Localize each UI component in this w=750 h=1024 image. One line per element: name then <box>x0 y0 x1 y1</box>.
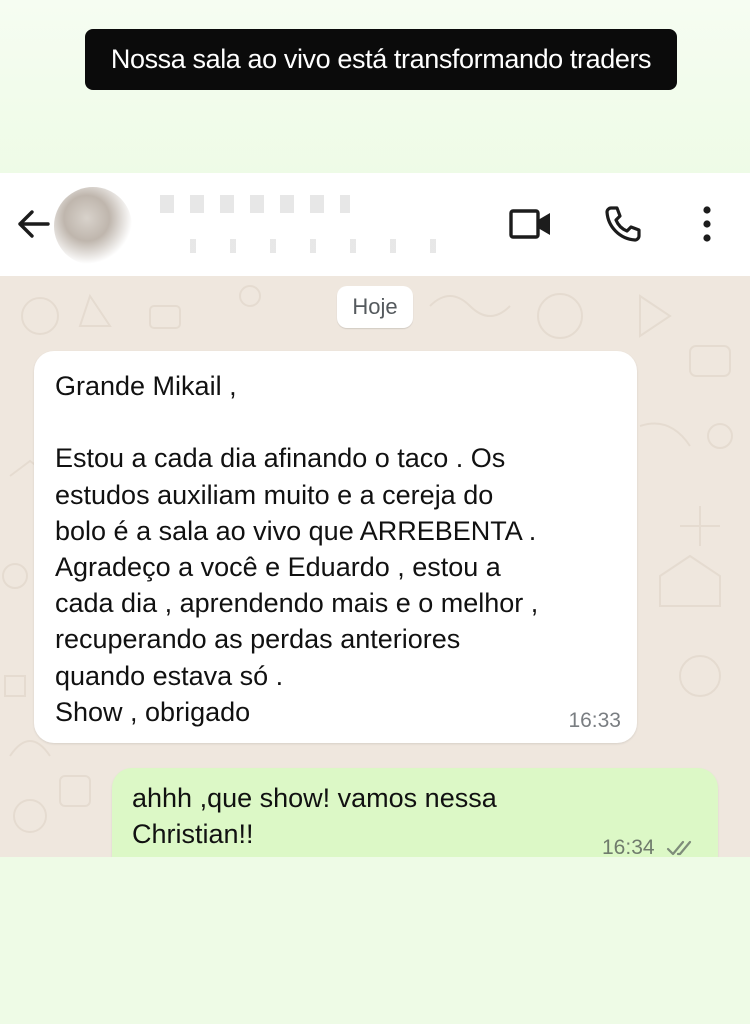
arrow-left-icon[interactable] <box>14 205 52 243</box>
double-check-icon <box>666 840 692 856</box>
message-time: 16:33 <box>568 709 621 732</box>
message-time: 16:34 <box>602 836 655 857</box>
date-separator: Hoje <box>337 286 413 328</box>
message-text: Grande Mikail , Estou a cada dia afinand… <box>55 371 539 727</box>
outgoing-message-bubble[interactable]: ahhh ,que show! vamos nessa Christian!! … <box>112 768 718 857</box>
incoming-message-bubble[interactable]: Grande Mikail , Estou a cada dia afinand… <box>34 351 637 743</box>
contact-name[interactable] <box>160 195 350 213</box>
more-vertical-icon[interactable] <box>696 203 718 245</box>
contact-status <box>190 239 460 253</box>
story-caption: Nossa sala ao vivo está transformando tr… <box>85 29 677 90</box>
chat-area[interactable]: Hoje Grande Mikail , Estou a cada dia af… <box>0 276 750 857</box>
message-text: ahhh ,que show! vamos nessa Christian!! <box>132 783 497 849</box>
avatar[interactable] <box>54 187 132 265</box>
page-background <box>0 0 750 180</box>
video-call-icon[interactable] <box>508 205 554 243</box>
chat-header <box>0 173 750 276</box>
chat-screenshot: Hoje Grande Mikail , Estou a cada dia af… <box>0 173 750 857</box>
phone-icon[interactable] <box>602 203 644 245</box>
